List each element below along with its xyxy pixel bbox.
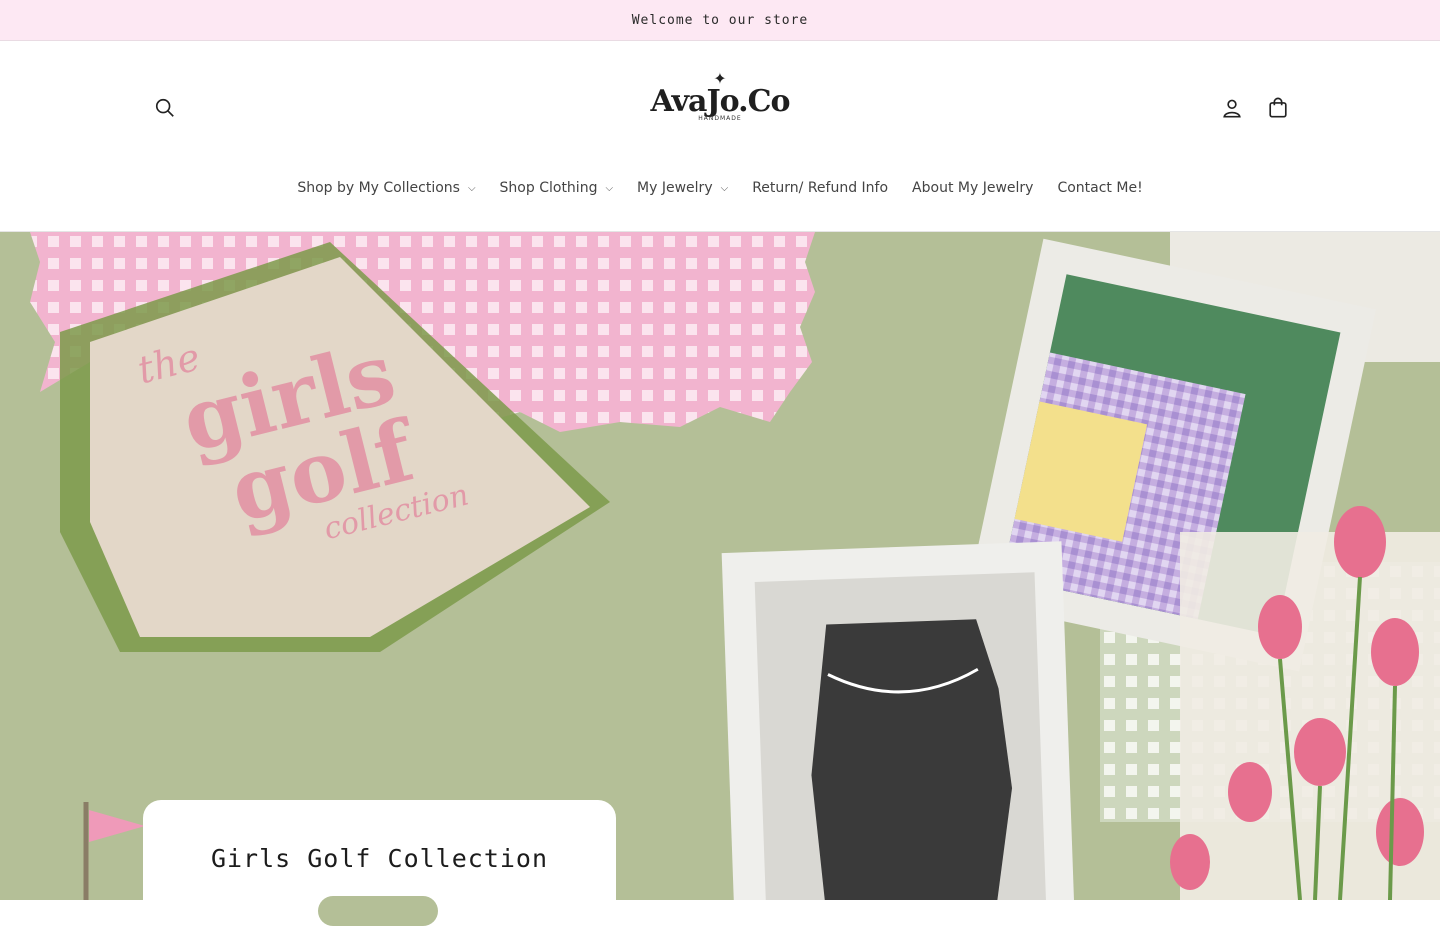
nav-item-label: About My Jewelry [912, 180, 1034, 196]
announcement-bar: Welcome to our store [0, 0, 1440, 41]
cart-button[interactable] [1258, 88, 1298, 128]
nav-item-label: Shop by My Collections [297, 180, 460, 196]
site-logo[interactable]: ✦ AvaJo.Co HANDMADE [640, 71, 800, 141]
main-navigation: Shop by My Collections ⌵ Shop Clothing ⌵… [0, 168, 1440, 208]
chevron-down-icon: ⌵ [467, 182, 476, 194]
nav-item-clothing[interactable]: Shop Clothing ⌵ [488, 180, 626, 196]
nav-item-label: My Jewelry [637, 180, 713, 196]
chevron-down-icon: ⌵ [605, 182, 614, 194]
nav-item-return-refund[interactable]: Return/ Refund Info [740, 180, 900, 196]
hero-card-title: Girls Golf Collection [210, 844, 549, 873]
user-icon [1223, 99, 1241, 118]
announcement-text: Welcome to our store [631, 12, 809, 28]
nav-item-about[interactable]: About My Jewelry [900, 180, 1045, 196]
bag-icon [1269, 97, 1287, 118]
nav-item-collections[interactable]: Shop by My Collections ⌵ [285, 180, 487, 196]
nav-item-contact[interactable]: Contact Me! [1045, 180, 1154, 196]
account-button[interactable] [1212, 88, 1252, 128]
logo-name: AvaJo.Co [650, 84, 791, 119]
nav-item-label: Shop Clothing [499, 180, 598, 196]
hero-card-button[interactable] [318, 896, 438, 926]
hero-content-card: Girls Golf Collection [143, 800, 616, 926]
search-button[interactable] [145, 88, 185, 128]
nav-item-jewelry[interactable]: My Jewelry ⌵ [625, 180, 740, 196]
nav-item-label: Return/ Refund Info [752, 180, 889, 196]
nav-item-label: Contact Me! [1057, 180, 1143, 196]
search-icon [155, 98, 174, 117]
chevron-down-icon: ⌵ [720, 182, 729, 194]
site-header: ✦ AvaJo.Co HANDMADE Shop by My Collectio… [0, 41, 1440, 232]
